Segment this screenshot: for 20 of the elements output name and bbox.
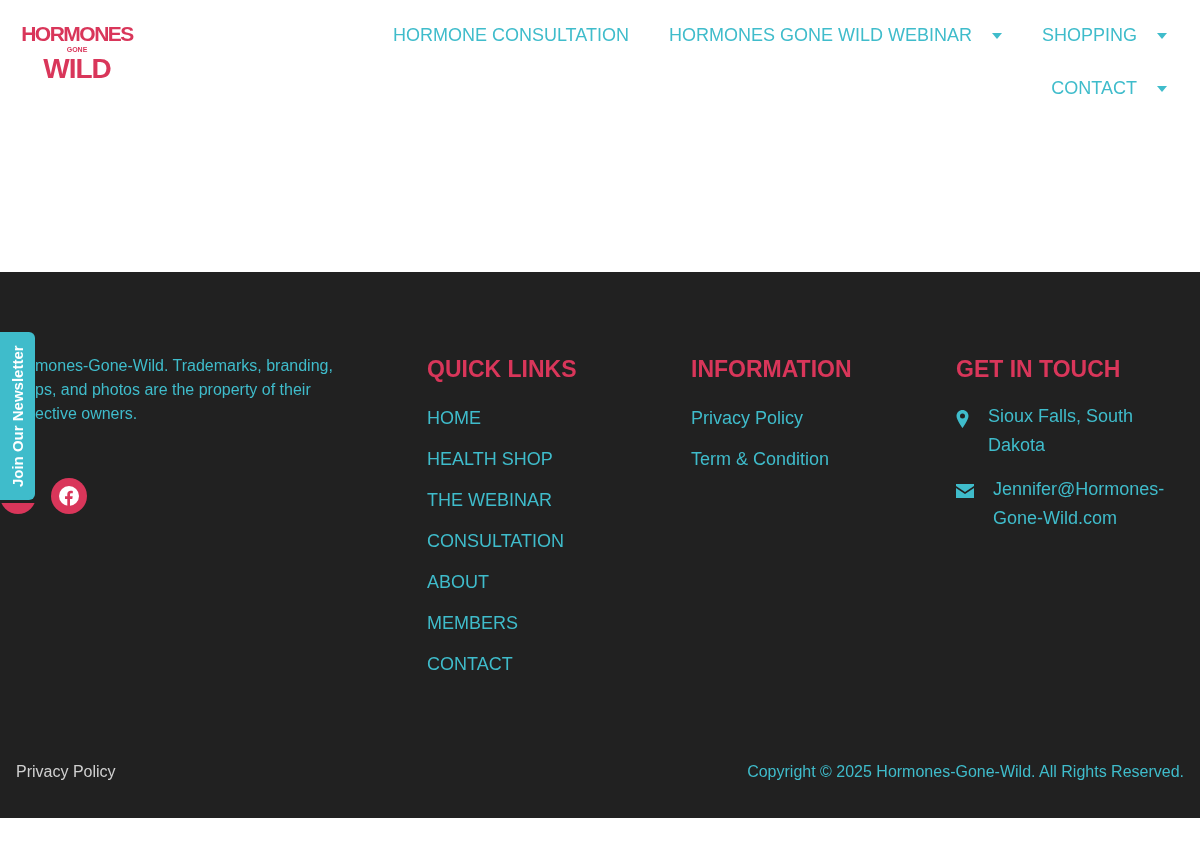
contact-text: Sioux Falls, South Dakota <box>988 405 1135 457</box>
column-heading: INFORMATION <box>691 355 853 384</box>
footer-link[interactable]: CONSULTATION <box>427 529 691 553</box>
footer-link[interactable]: HOME <box>427 406 691 430</box>
column-heading: GET IN TOUCH <box>956 355 1122 384</box>
column-heading: QUICK LINKS <box>427 355 578 384</box>
map-pin-icon <box>956 410 969 428</box>
footer-link[interactable]: MEMBERS <box>427 611 691 635</box>
envelope-icon <box>956 484 974 498</box>
copyright-notice: mones-Gone-Wild. Trademarks, branding, ps, and photos are the property of their ective owners. <box>35 356 334 424</box>
footer-link[interactable]: CONTACT <box>427 652 691 676</box>
footer-link[interactable]: Privacy Policy <box>691 406 956 430</box>
facebook-icon[interactable] <box>51 478 87 514</box>
footer-link[interactable]: Term & Condition <box>691 447 956 471</box>
copyright-text: Copyright © 2025 Hormones-Gone-Wild. All Rights Reserved. <box>747 762 1184 782</box>
footer-link[interactable]: THE WEBINAR <box>427 488 691 512</box>
footer-link[interactable]: HEALTH SHOP <box>427 447 691 471</box>
footer-link[interactable]: ABOUT <box>427 570 691 594</box>
privacy-policy-link[interactable]: Privacy Policy <box>16 760 116 784</box>
contact-text: Jennifer@Hormones-Gone-Wild.com <box>993 478 1166 530</box>
